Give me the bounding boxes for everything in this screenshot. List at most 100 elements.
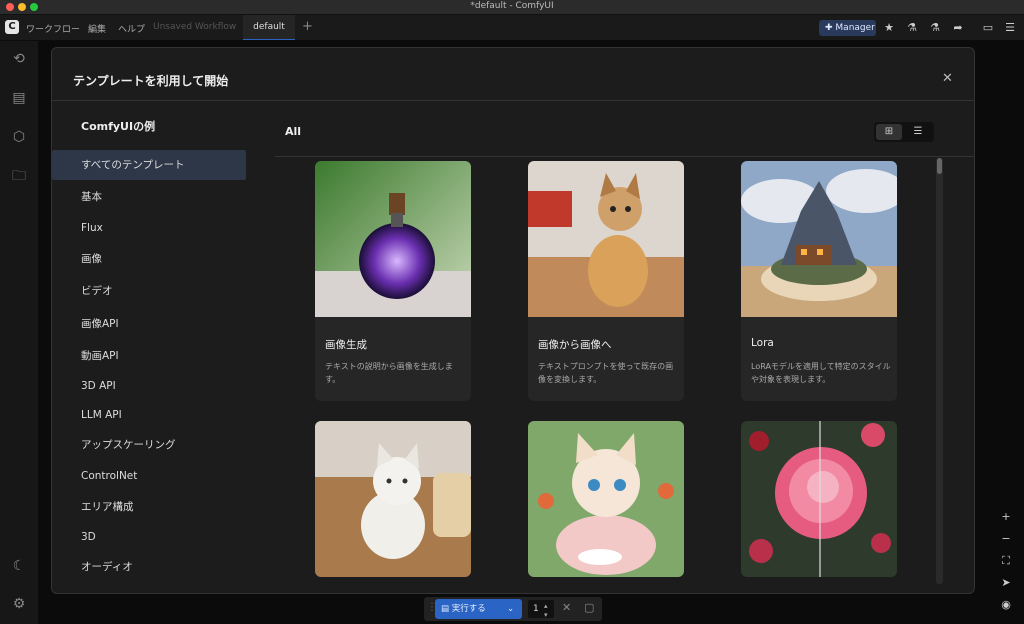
nav-item-label: 3D xyxy=(81,531,96,543)
card-title: 画像から画像へ xyxy=(538,339,612,351)
menu-edit[interactable]: 編集 xyxy=(88,22,106,35)
grid-view-icon[interactable]: ⊞ xyxy=(876,124,902,140)
history-icon[interactable]: ⟲ xyxy=(10,50,28,68)
template-dialog: テンプレートを利用して開始 ✕ ComfyUIの例 すべてのテンプレート 基本 … xyxy=(51,47,975,594)
nav-item-video-api[interactable]: 動画API xyxy=(52,341,246,371)
template-category-nav: ComfyUIの例 すべてのテンプレート 基本 Flux 画像 ビデオ 画像AP… xyxy=(52,101,256,593)
list-view-icon[interactable]: ☰ xyxy=(905,124,931,140)
nav-item-3d[interactable]: 3D xyxy=(52,522,246,552)
navigate-icon[interactable]: ➤ xyxy=(997,574,1015,592)
nav-item-upscaling[interactable]: アップスケーリング xyxy=(52,430,246,460)
template-card-image-generation[interactable]: 画像生成 テキストの説明から画像を生成します。 xyxy=(315,161,471,401)
template-card-rose[interactable] xyxy=(741,421,897,577)
zoom-in-icon[interactable]: + xyxy=(997,508,1015,526)
model-cube-icon[interactable]: ⬡ xyxy=(10,128,28,146)
dialog-header: テンプレートを利用して開始 ✕ xyxy=(52,48,974,101)
template-card-ceramic-cat[interactable] xyxy=(315,421,471,577)
card-thumbnail xyxy=(528,161,684,317)
node-library-icon[interactable]: ⚗ xyxy=(904,20,920,36)
nav-item-label: 基本 xyxy=(81,191,102,203)
window-titlebar: *default - ComfyUI xyxy=(0,0,1024,15)
card-thumbnail xyxy=(315,421,471,577)
card-title: 画像生成 xyxy=(325,339,367,351)
panel-toggle-icon[interactable]: ▭ xyxy=(980,20,996,36)
chevron-down-icon[interactable]: ⌄ xyxy=(507,599,514,619)
card-thumbnail xyxy=(528,421,684,577)
nav-item-label: ControlNet xyxy=(81,470,138,482)
visibility-eye-icon[interactable]: ◉ xyxy=(997,596,1015,614)
cancel-icon[interactable]: ✕ xyxy=(562,601,571,614)
nav-item-3d-api[interactable]: 3D API xyxy=(52,371,246,401)
card-description: LoRAモデルを適用して特定のスタイルや対象を表現します。 xyxy=(751,362,891,384)
comfyui-logo[interactable]: C xyxy=(5,20,19,34)
puzzle-icon: ✚ xyxy=(825,23,833,33)
nav-item-llm-api[interactable]: LLM API xyxy=(52,400,246,430)
manager-label: Manager xyxy=(835,23,875,33)
theme-moon-icon[interactable]: ☾ xyxy=(10,557,28,575)
card-thumbnail xyxy=(741,421,897,577)
menubar: C ワークフロー 編集 ヘルプ Unsaved Workflow default… xyxy=(0,15,1024,41)
nav-item-label: LLM API xyxy=(81,409,122,421)
tab-default[interactable]: default xyxy=(243,15,295,40)
share-icon[interactable]: ➦ xyxy=(950,20,966,36)
card-thumbnail xyxy=(315,161,471,317)
nav-item-label: 3D API xyxy=(81,380,116,392)
template-card-lora[interactable]: Lora LoRAモデルを適用して特定のスタイルや対象を表現します。 xyxy=(741,161,897,401)
menu-workflow[interactable]: ワークフロー xyxy=(26,22,80,35)
card-thumbnail xyxy=(741,161,897,317)
manager-button[interactable]: ✚ Manager xyxy=(819,20,876,36)
nav-item-label: オーディオ xyxy=(81,561,133,573)
content-divider xyxy=(275,156,974,157)
window-title: *default - ComfyUI xyxy=(470,1,554,11)
folder-icon[interactable]: 🗀 xyxy=(10,167,28,185)
template-card-kitten-tea[interactable] xyxy=(528,421,684,577)
view-toggle: ⊞ ☰ xyxy=(874,122,934,142)
nav-item-video[interactable]: ビデオ xyxy=(52,276,246,306)
content-title: All xyxy=(285,125,302,138)
batch-count-value: 1 xyxy=(533,604,539,614)
card-description: テキストの説明から画像を生成します。 xyxy=(325,362,453,384)
left-sidebar: ⟲ ▤ ⬡ 🗀 ☾ ⚙ xyxy=(0,41,38,624)
nav-item-label: ビデオ xyxy=(81,285,113,297)
nav-item-audio[interactable]: オーディオ xyxy=(52,552,246,582)
template-card-image-to-image[interactable]: 画像から画像へ テキストプロンプトを使って既存の画像を変換します。 xyxy=(528,161,684,401)
scrollbar-track[interactable] xyxy=(936,158,943,584)
nav-item-label: Flux xyxy=(81,222,103,234)
run-toolbar: ⋮ ▤ 実行する ⌄ 1 ▴ ▾ ✕ ▢ xyxy=(424,597,602,621)
close-icon[interactable]: ✕ xyxy=(942,71,953,86)
batch-count-stepper[interactable]: 1 ▴ ▾ xyxy=(528,600,554,619)
nav-title: ComfyUIの例 xyxy=(81,120,156,133)
scrollbar-thumb[interactable] xyxy=(937,158,942,174)
nav-item-image[interactable]: 画像 xyxy=(52,244,246,274)
nav-item-label: すべてのテンプレート xyxy=(81,159,185,171)
model-library-icon[interactable]: ⚗ xyxy=(927,20,943,36)
menu-help[interactable]: ヘルプ xyxy=(118,22,145,35)
nav-item-flux[interactable]: Flux xyxy=(52,213,246,243)
nav-item-label: エリア構成 xyxy=(81,501,134,513)
nav-item-label: アップスケーリング xyxy=(81,439,176,451)
stop-icon[interactable]: ▢ xyxy=(584,601,594,614)
nav-item-basic[interactable]: 基本 xyxy=(52,182,246,212)
dialog-title: テンプレートを利用して開始 xyxy=(73,74,229,88)
run-label: 実行する xyxy=(451,604,486,614)
tab-unsaved-workflow[interactable]: Unsaved Workflow xyxy=(153,15,236,39)
fit-view-icon[interactable]: ⛶ xyxy=(997,552,1015,570)
settings-gear-icon[interactable]: ⚙ xyxy=(10,595,28,613)
nav-item-area-composition[interactable]: エリア構成 xyxy=(52,492,246,522)
nav-item-controlnet[interactable]: ControlNet xyxy=(52,461,246,491)
add-tab-button[interactable]: + xyxy=(302,15,313,39)
zoom-out-icon[interactable]: − xyxy=(997,530,1015,548)
nav-item-label: 動画API xyxy=(81,350,119,362)
card-description: テキストプロンプトを使って既存の画像を変換します。 xyxy=(538,362,674,384)
nav-item-image-api[interactable]: 画像API xyxy=(52,309,246,339)
run-button[interactable]: ▤ 実行する ⌄ xyxy=(435,599,522,619)
nav-item-label: 画像API xyxy=(81,318,119,330)
play-icon: ▤ xyxy=(441,604,450,614)
layout-icon[interactable]: ☰ xyxy=(1002,20,1018,36)
star-icon[interactable]: ★ xyxy=(881,20,897,36)
queue-icon[interactable]: ▤ xyxy=(10,89,28,107)
stepper-down-icon[interactable]: ▾ xyxy=(544,606,548,624)
template-content: All ⊞ ☰ 画像生成 テキストの説明から画像を生成します。 画像から画像へ … xyxy=(275,101,974,593)
nav-item-all-templates[interactable]: すべてのテンプレート xyxy=(52,150,246,180)
nav-item-label: 画像 xyxy=(81,253,102,265)
